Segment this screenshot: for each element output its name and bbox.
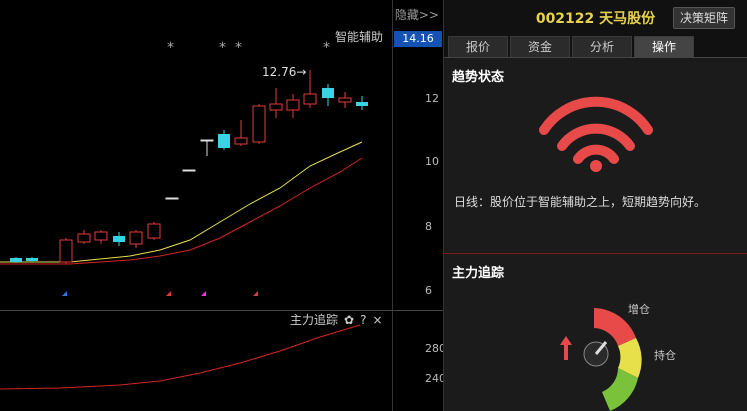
force-section: 主力追踪 xyxy=(444,256,747,287)
stock-title: 002122 天马股份 xyxy=(535,11,656,27)
y-tick: 6 xyxy=(425,284,432,297)
tab-analysis[interactable]: 分析 xyxy=(572,36,632,57)
kline-chart-area[interactable]: * * * * 12.76→ 隐藏>> 智能辅助 14.16 12 10 8 6… xyxy=(0,0,446,411)
close-icon[interactable]: × xyxy=(372,313,382,327)
trend-description: 日线：股价位于智能辅助之上，短期趋势向好。 xyxy=(454,195,707,209)
gauge-label-up: 增仓 xyxy=(628,303,650,316)
ma-yellow-line xyxy=(0,141,363,263)
y-tick: 10 xyxy=(425,155,439,168)
candle-body xyxy=(303,93,317,105)
gauge-label-hold: 持仓 xyxy=(654,349,676,362)
trend-section: 趋势状态 xyxy=(444,60,747,91)
panel-tabs: 报价 资金 分析 操作 xyxy=(444,36,747,58)
candle-body xyxy=(356,102,368,106)
y-tick: 8 xyxy=(425,220,432,233)
tab-operation[interactable]: 操作 xyxy=(634,36,694,57)
wifi-signal-icon xyxy=(539,96,653,172)
decision-panel: 002122 天马股份 决策矩阵 报价 资金 分析 操作 趋势状态 日线：股价位… xyxy=(443,0,747,411)
signal-star: * xyxy=(219,40,226,56)
tab-quote[interactable]: 报价 xyxy=(448,36,508,57)
candle-body xyxy=(113,236,125,242)
candle-body xyxy=(218,134,230,148)
signal-star: * xyxy=(167,40,174,56)
force-title: 主力追踪 xyxy=(452,266,505,281)
signal-marker-red xyxy=(253,291,258,296)
panel-header: 002122 天马股份 决策矩阵 xyxy=(444,0,747,36)
main-force-line xyxy=(0,324,361,390)
tab-funds[interactable]: 资金 xyxy=(510,36,570,57)
current-price-tag: 14.16 xyxy=(394,31,442,47)
peak-annotation: 12.76→ xyxy=(262,65,306,79)
candle-body xyxy=(77,233,91,243)
candle-body xyxy=(338,97,352,103)
candle-body xyxy=(165,197,179,200)
trend-title: 趋势状态 xyxy=(452,70,505,85)
signal-star: * xyxy=(323,40,330,56)
candle-body xyxy=(129,231,143,245)
signal-star: * xyxy=(235,40,242,56)
signal-marker-magenta xyxy=(201,291,206,296)
candle-body xyxy=(147,223,161,239)
sub-chart-title: 主力追踪 xyxy=(290,313,339,327)
help-icon[interactable]: ? xyxy=(360,313,366,327)
sub-chart-header: 主力追踪 ✿ ? × xyxy=(290,311,383,328)
y-tick: 12 xyxy=(425,92,439,105)
decision-matrix-button[interactable]: 决策矩阵 xyxy=(672,7,735,29)
overlay-indicator-label: 智能辅助 xyxy=(334,30,383,44)
signal-marker-red xyxy=(166,291,171,296)
candle-body xyxy=(269,103,283,111)
candle-body xyxy=(234,137,248,145)
ma-red-line xyxy=(0,157,363,265)
section-divider xyxy=(444,253,747,254)
gear-icon[interactable]: ✿ xyxy=(344,313,354,327)
candle-body xyxy=(26,258,38,261)
candle-body xyxy=(286,99,300,111)
candle-body xyxy=(182,169,196,172)
candle-body xyxy=(252,105,266,143)
candlestick-chart[interactable]: * * * * 12.76→ xyxy=(0,0,443,310)
candle-body xyxy=(10,258,22,262)
candle-body xyxy=(322,88,334,98)
hide-panel-button[interactable]: 隐藏>> xyxy=(395,6,439,23)
signal-marker-blue xyxy=(62,291,67,296)
arrow-up-icon xyxy=(560,336,572,360)
candle-body xyxy=(94,231,108,241)
candle-body xyxy=(59,239,73,263)
candle-body xyxy=(200,139,214,142)
